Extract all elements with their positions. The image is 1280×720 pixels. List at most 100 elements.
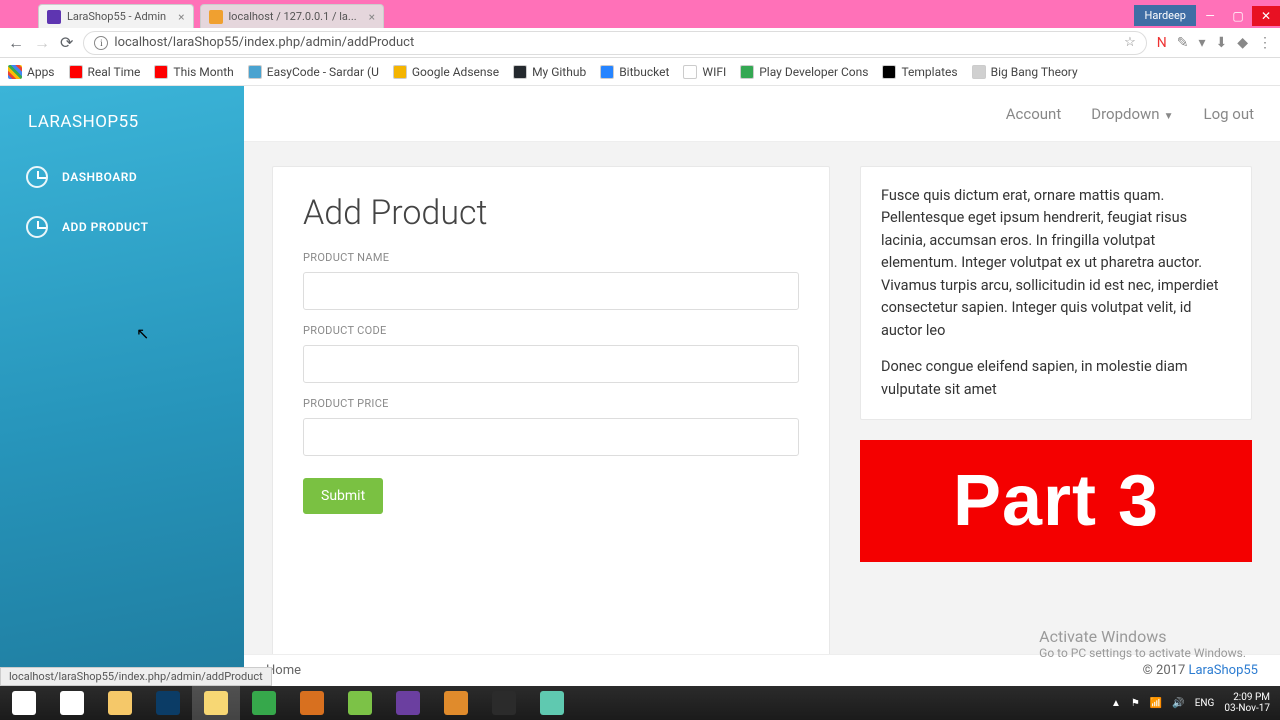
browser-titlebar: LaraShop55 - Admin × localhost / 127.0.0… — [0, 0, 1280, 28]
taskbar-app-button[interactable] — [336, 686, 384, 720]
top-nav: Account Dropdown▼ Log out — [244, 86, 1280, 142]
bookmark-item[interactable]: Templates — [882, 65, 957, 79]
close-tab-icon[interactable]: × — [369, 10, 375, 24]
sidebar: LARASHOP55 DASHBOARD ADD PRODUCT — [0, 86, 244, 686]
content-area: Add Product PRODUCT NAME PRODUCT CODE PR… — [244, 142, 1280, 686]
bookmark-label: This Month — [173, 65, 233, 79]
sidebar-item-add-product[interactable]: ADD PRODUCT — [0, 202, 244, 252]
input-product-price[interactable] — [303, 418, 799, 456]
bookmark-label: Bitbucket — [619, 65, 669, 79]
label-product-name: PRODUCT NAME — [303, 251, 799, 264]
tray-clock[interactable]: 2:09 PM 03-Nov-17 — [1224, 692, 1270, 714]
bookmark-item[interactable]: Play Developer Cons — [740, 65, 868, 79]
star-icon[interactable]: ☆ — [1124, 35, 1136, 50]
app-footer: Home © 2017 LaraShop55 — [244, 654, 1280, 686]
taskbar-app-button[interactable] — [144, 686, 192, 720]
browser-tab-active[interactable]: LaraShop55 - Admin × — [38, 4, 194, 28]
bookmarks-bar: Apps Real Time This Month EasyCode - Sarda… — [0, 58, 1280, 86]
bookmark-item[interactable]: This Month — [154, 65, 233, 79]
tab-title: localhost / 127.0.0.1 / la... — [229, 10, 357, 23]
bookmark-favicon — [683, 65, 697, 79]
app-root: LARASHOP55 DASHBOARD ADD PRODUCT Account… — [0, 86, 1280, 686]
footer-copyright: © 2017 LaraShop55 — [1143, 663, 1258, 678]
tray-flag-icon[interactable]: ⚑ — [1131, 698, 1140, 709]
bookmark-favicon — [513, 65, 527, 79]
bookmark-favicon — [972, 65, 986, 79]
right-column: Fusce quis dictum erat, ornare mattis qu… — [860, 166, 1252, 662]
bookmark-label: Real Time — [88, 65, 141, 79]
extension-icon[interactable]: ⬇ — [1215, 35, 1227, 51]
bookmark-item[interactable]: Bitbucket — [600, 65, 669, 79]
tray-language[interactable]: ENG — [1195, 698, 1215, 709]
brand-logo[interactable]: LARASHOP55 — [0, 86, 244, 152]
menu-icon[interactable]: ⋮ — [1258, 35, 1272, 51]
bookmark-label: WIFI — [702, 65, 726, 79]
nav-dropdown[interactable]: Dropdown▼ — [1091, 105, 1173, 123]
input-product-name[interactable] — [303, 272, 799, 310]
address-bar[interactable]: i localhost/laraShop55/index.php/admin/a… — [83, 31, 1146, 55]
bookmark-favicon — [69, 65, 83, 79]
browser-toolbar: ← → ⟳ i localhost/laraShop55/index.php/a… — [0, 28, 1280, 58]
extension-icon[interactable]: N — [1157, 35, 1167, 51]
page-title: Add Product — [303, 193, 799, 233]
bookmark-favicon — [882, 65, 896, 79]
input-product-code[interactable] — [303, 345, 799, 383]
bookmark-favicon — [393, 65, 407, 79]
reload-button[interactable]: ⟳ — [60, 33, 73, 52]
bookmark-item[interactable]: EasyCode - Sardar (U — [248, 65, 379, 79]
nav-logout-link[interactable]: Log out — [1203, 105, 1254, 123]
taskbar-app-button[interactable] — [480, 686, 528, 720]
window-close-button[interactable]: ✕ — [1252, 6, 1280, 26]
bookmark-favicon — [600, 65, 614, 79]
nav-account-link[interactable]: Account — [1006, 105, 1062, 123]
system-tray[interactable]: ▲ ⚑ 📶 🔊 ENG 2:09 PM 03-Nov-17 — [1101, 692, 1280, 714]
extension-icon[interactable]: ✎ — [1177, 35, 1189, 51]
extension-icon[interactable]: ◆ — [1237, 35, 1248, 51]
taskbar-app-button[interactable] — [288, 686, 336, 720]
start-button[interactable] — [0, 686, 48, 720]
apps-shortcut[interactable]: Apps — [8, 65, 55, 79]
tray-network-icon[interactable]: 📶 — [1150, 698, 1162, 709]
bookmark-item[interactable]: Big Bang Theory — [972, 65, 1078, 79]
clock-icon — [26, 166, 48, 188]
tray-up-icon[interactable]: ▲ — [1111, 698, 1121, 709]
window-minimize-button[interactable]: — — [1196, 6, 1224, 26]
taskbar-app-button[interactable] — [192, 686, 240, 720]
close-tab-icon[interactable]: × — [178, 10, 184, 24]
taskbar-app-button[interactable] — [528, 686, 576, 720]
taskbar-app-button[interactable] — [48, 686, 96, 720]
clock-icon — [26, 216, 48, 238]
taskbar-app-button[interactable] — [96, 686, 144, 720]
url-text: localhost/laraShop55/index.php/admin/add… — [114, 35, 414, 50]
sidebar-item-label: ADD PRODUCT — [62, 220, 148, 234]
bookmark-label: Big Bang Theory — [991, 65, 1078, 79]
add-product-form: Add Product PRODUCT NAME PRODUCT CODE PR… — [272, 166, 830, 662]
bookmark-label: Play Developer Cons — [759, 65, 868, 79]
main-column: Account Dropdown▼ Log out Add Product PR… — [244, 86, 1280, 686]
bookmark-label: EasyCode - Sardar (U — [267, 65, 379, 79]
submit-button[interactable]: Submit — [303, 478, 383, 514]
bookmark-favicon — [740, 65, 754, 79]
sidebar-item-dashboard[interactable]: DASHBOARD — [0, 152, 244, 202]
footer-brand-link[interactable]: LaraShop55 — [1188, 663, 1258, 678]
hover-link-status: localhost/laraShop55/index.php/admin/add… — [0, 667, 272, 686]
label-product-code: PRODUCT CODE — [303, 324, 799, 337]
taskbar-app-button[interactable] — [432, 686, 480, 720]
browser-tab-inactive[interactable]: localhost / 127.0.0.1 / la... × — [200, 4, 385, 28]
site-info-icon[interactable]: i — [94, 36, 108, 50]
extension-icon[interactable]: ▾ — [1198, 35, 1205, 51]
tray-volume-icon[interactable]: 🔊 — [1172, 698, 1184, 709]
info-paragraph: Fusce quis dictum erat, ornare mattis qu… — [881, 185, 1231, 342]
taskbar-app-button[interactable] — [240, 686, 288, 720]
taskbar-app-button[interactable] — [384, 686, 432, 720]
bookmark-favicon — [248, 65, 262, 79]
bookmark-item[interactable]: My Github — [513, 65, 586, 79]
bookmark-item[interactable]: WIFI — [683, 65, 726, 79]
windows-user-badge: Hardeep — [1134, 5, 1196, 26]
window-maximize-button[interactable]: ▢ — [1224, 6, 1252, 26]
bookmark-item[interactable]: Real Time — [69, 65, 141, 79]
back-button[interactable]: ← — [8, 33, 24, 53]
bookmark-favicon — [154, 65, 168, 79]
bookmark-item[interactable]: Google Adsense — [393, 65, 499, 79]
forward-button[interactable]: → — [34, 33, 50, 53]
